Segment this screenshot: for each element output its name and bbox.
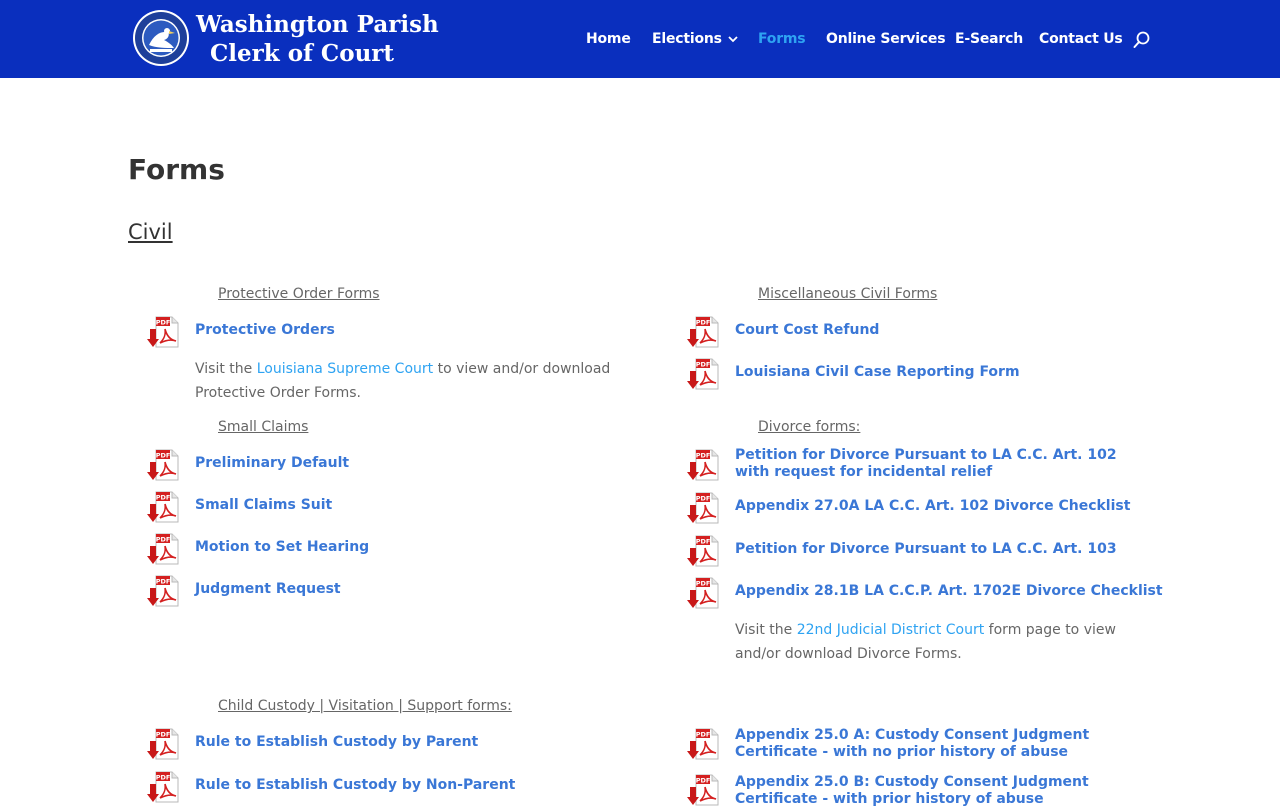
- nav-home[interactable]: Home: [586, 30, 631, 48]
- louisiana-seal-logo[interactable]: [132, 9, 190, 67]
- pdf-download-icon[interactable]: [147, 448, 181, 482]
- pdf-download-icon[interactable]: [147, 532, 181, 566]
- link-appendix-25-0b[interactable]: Appendix 25.0 B: Custody Consent Judgmen…: [735, 774, 1130, 808]
- link-22nd-judicial-district-court[interactable]: 22nd Judicial District Court: [797, 622, 985, 638]
- protective-note: Visit the Louisiana Supreme Court to vie…: [195, 357, 615, 405]
- small-claims-heading: Small Claims: [218, 419, 309, 435]
- site-title-line2: Clerk of Court: [209, 40, 395, 67]
- link-motion-to-set-hearing[interactable]: Motion to Set Hearing: [195, 539, 369, 556]
- protective-order-heading: Protective Order Forms: [218, 286, 380, 302]
- link-appendix-25-0a[interactable]: Appendix 25.0 A: Custody Consent Judgmen…: [735, 727, 1130, 761]
- link-preliminary-default[interactable]: Preliminary Default: [195, 455, 349, 472]
- divorce-note: Visit the 22nd Judicial District Court f…: [735, 618, 1125, 666]
- child-custody-heading: Child Custody | Visitation | Support for…: [218, 698, 512, 714]
- link-louisiana-supreme-court[interactable]: Louisiana Supreme Court: [257, 361, 433, 377]
- link-divorce-art-103[interactable]: Petition for Divorce Pursuant to LA C.C.…: [735, 541, 1117, 558]
- link-judgment-request[interactable]: Judgment Request: [195, 581, 341, 598]
- link-small-claims-suit[interactable]: Small Claims Suit: [195, 497, 332, 514]
- page-title: Forms: [128, 153, 225, 186]
- section-title-civil: Civil: [128, 220, 173, 244]
- link-divorce-art-102[interactable]: Petition for Divorce Pursuant to LA C.C.…: [735, 447, 1125, 481]
- site-title[interactable]: Washington Parish Clerk of Court: [196, 10, 439, 68]
- protective-note-before: Visit the: [195, 361, 257, 377]
- pdf-download-icon[interactable]: [687, 491, 721, 525]
- site-title-line1: Washington Parish: [196, 11, 439, 38]
- nav-contact-us[interactable]: Contact Us: [1039, 30, 1123, 48]
- pdf-download-icon[interactable]: [147, 490, 181, 524]
- divorce-forms-heading: Divorce forms:: [758, 419, 861, 435]
- site-header: Washington Parish Clerk of Court Home El…: [0, 0, 1280, 78]
- nav-online-services[interactable]: Online Services: [826, 30, 946, 48]
- link-civil-case-reporting[interactable]: Louisiana Civil Case Reporting Form: [735, 364, 1020, 381]
- pdf-download-icon[interactable]: [687, 357, 721, 391]
- pdf-download-icon[interactable]: [687, 576, 721, 610]
- misc-civil-heading: Miscellaneous Civil Forms: [758, 286, 938, 302]
- pdf-download-icon[interactable]: [687, 315, 721, 349]
- pdf-download-icon[interactable]: [147, 574, 181, 608]
- nav-elections-label: Elections: [652, 31, 722, 47]
- nav-e-search[interactable]: E-Search: [955, 30, 1023, 48]
- nav-forms[interactable]: Forms: [758, 30, 806, 48]
- link-appendix-28-1b[interactable]: Appendix 28.1B LA C.C.P. Art. 1702E Divo…: [735, 583, 1163, 600]
- pdf-download-icon[interactable]: [147, 315, 181, 349]
- pdf-download-icon[interactable]: [147, 770, 181, 804]
- link-protective-orders[interactable]: Protective Orders: [195, 322, 335, 339]
- link-appendix-27-0a[interactable]: Appendix 27.0A LA C.C. Art. 102 Divorce …: [735, 498, 1130, 515]
- nav-elections[interactable]: Elections: [652, 30, 738, 48]
- pdf-download-icon[interactable]: [687, 727, 721, 761]
- pdf-download-icon[interactable]: [687, 773, 721, 807]
- link-court-cost-refund[interactable]: Court Cost Refund: [735, 322, 879, 339]
- search-icon[interactable]: [1133, 31, 1151, 49]
- pdf-download-icon[interactable]: [147, 727, 181, 761]
- link-custody-by-parent[interactable]: Rule to Establish Custody by Parent: [195, 734, 478, 751]
- pdf-download-icon[interactable]: [687, 448, 721, 482]
- divorce-note-before: Visit the: [735, 622, 797, 638]
- pdf-download-icon[interactable]: [687, 534, 721, 568]
- link-custody-by-non-parent[interactable]: Rule to Establish Custody by Non-Parent: [195, 777, 515, 794]
- chevron-down-icon: [728, 35, 738, 42]
